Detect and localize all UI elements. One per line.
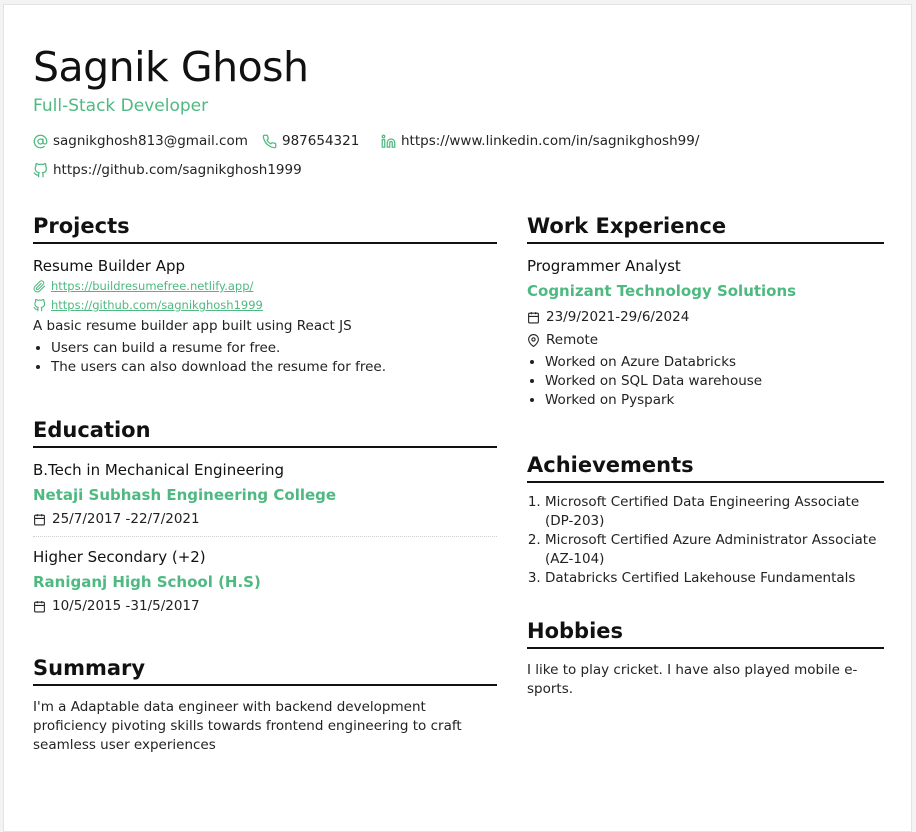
list-item: Databricks Certified Lakehouse Fundament… bbox=[545, 569, 884, 588]
github-text: https://github.com/sagnikghosh1999 bbox=[53, 162, 302, 178]
candidate-role: Full-Stack Developer bbox=[33, 96, 209, 116]
project-bullets: Users can build a resume for free. The u… bbox=[33, 339, 497, 377]
email-text: sagnikghosh813@gmail.com bbox=[53, 133, 248, 149]
project-live-link[interactable]: https://buildresumefree.netlify.app/ bbox=[51, 278, 253, 295]
education-school: Netaji Subhash Engineering College bbox=[33, 486, 337, 504]
github-icon bbox=[33, 299, 46, 312]
resume-page: Sagnik Ghosh Full-Stack Developer sagnik… bbox=[3, 4, 912, 832]
location-pin-icon bbox=[528, 333, 539, 347]
right-column: Work Experience Programmer Analyst Cogni… bbox=[527, 213, 884, 699]
list-item: Worked on Pyspark bbox=[545, 391, 884, 410]
linkedin-contact[interactable]: https://www.linkedin.com/in/sagnikghosh9… bbox=[381, 133, 699, 149]
list-item: The users can also download the resume f… bbox=[51, 358, 497, 377]
github-contact[interactable]: https://github.com/sagnikghosh1999 bbox=[33, 162, 302, 178]
linkedin-icon bbox=[381, 134, 396, 148]
work-location: Remote bbox=[546, 332, 599, 348]
phone-contact[interactable]: 987654321 bbox=[262, 133, 359, 149]
achievements-heading: Achievements bbox=[527, 452, 884, 483]
at-icon bbox=[33, 134, 48, 148]
work-dates-row: 23/9/2021-29/6/2024 bbox=[527, 308, 884, 326]
project-repo-link-row: https://github.com/sagnikghosh1999 bbox=[33, 297, 497, 314]
work-bullets: Worked on Azure Databricks Worked on SQL… bbox=[527, 353, 884, 410]
work-section: Work Experience Programmer Analyst Cogni… bbox=[527, 213, 884, 410]
calendar-icon bbox=[34, 513, 45, 525]
paperclip-icon bbox=[33, 280, 46, 293]
linkedin-text: https://www.linkedin.com/in/sagnikghosh9… bbox=[401, 133, 700, 149]
project-name: Resume Builder App bbox=[33, 257, 186, 275]
candidate-name: Sagnik Ghosh bbox=[33, 43, 309, 91]
left-column: Projects Resume Builder App https://buil… bbox=[33, 213, 497, 755]
education-dates: 25/7/2017 -22/7/2021 bbox=[52, 511, 200, 527]
github-icon bbox=[33, 162, 48, 177]
hobbies-heading: Hobbies bbox=[527, 618, 884, 649]
work-location-row: Remote bbox=[527, 331, 884, 349]
education-dates: 10/5/2015 -31/5/2017 bbox=[52, 598, 200, 614]
divider bbox=[33, 536, 497, 537]
list-item: Worked on SQL Data warehouse bbox=[545, 372, 884, 391]
work-heading: Work Experience bbox=[527, 213, 884, 244]
projects-heading: Projects bbox=[33, 213, 497, 244]
list-item: Users can build a resume for free. bbox=[51, 339, 497, 358]
work-company: Cognizant Technology Solutions bbox=[527, 282, 797, 300]
phone-icon bbox=[262, 134, 277, 148]
hobbies-section: Hobbies I like to play cricket. I have a… bbox=[527, 618, 884, 699]
list-item: Microsoft Certified Azure Administrator … bbox=[545, 531, 884, 569]
list-item: Worked on Azure Databricks bbox=[545, 353, 884, 372]
education-heading: Education bbox=[33, 417, 497, 448]
summary-text: I'm a Adaptable data engineer with backe… bbox=[33, 699, 462, 753]
summary-section: Summary I'm a Adaptable data engineer wi… bbox=[33, 655, 497, 755]
education-degree: B.Tech in Mechanical Engineering bbox=[33, 461, 285, 479]
email-contact[interactable]: sagnikghosh813@gmail.com bbox=[33, 133, 248, 149]
education-dates-row: 25/7/2017 -22/7/2021 bbox=[33, 510, 497, 528]
education-dates-row: 10/5/2015 -31/5/2017 bbox=[33, 597, 497, 615]
summary-heading: Summary bbox=[33, 655, 497, 686]
project-live-link-row: https://buildresumefree.netlify.app/ bbox=[33, 278, 497, 295]
work-dates: 23/9/2021-29/6/2024 bbox=[546, 309, 690, 325]
education-degree: Higher Secondary (+2) bbox=[33, 548, 206, 566]
education-school: Raniganj High School (H.S) bbox=[33, 573, 261, 591]
calendar-icon bbox=[528, 311, 539, 323]
work-position: Programmer Analyst bbox=[527, 257, 681, 275]
projects-section: Projects Resume Builder App https://buil… bbox=[33, 213, 497, 377]
project-description: A basic resume builder app built using R… bbox=[33, 318, 352, 334]
hobbies-text: I like to play cricket. I have also play… bbox=[527, 662, 858, 697]
achievements-list: Microsoft Certified Data Engineering Ass… bbox=[527, 493, 884, 588]
achievements-section: Achievements Microsoft Certified Data En… bbox=[527, 452, 884, 588]
project-repo-link[interactable]: https://github.com/sagnikghosh1999 bbox=[51, 297, 263, 314]
list-item: Microsoft Certified Data Engineering Ass… bbox=[545, 493, 884, 531]
phone-text: 987654321 bbox=[282, 133, 360, 149]
calendar-icon bbox=[34, 600, 45, 612]
education-section: Education B.Tech in Mechanical Engineeri… bbox=[33, 417, 497, 615]
